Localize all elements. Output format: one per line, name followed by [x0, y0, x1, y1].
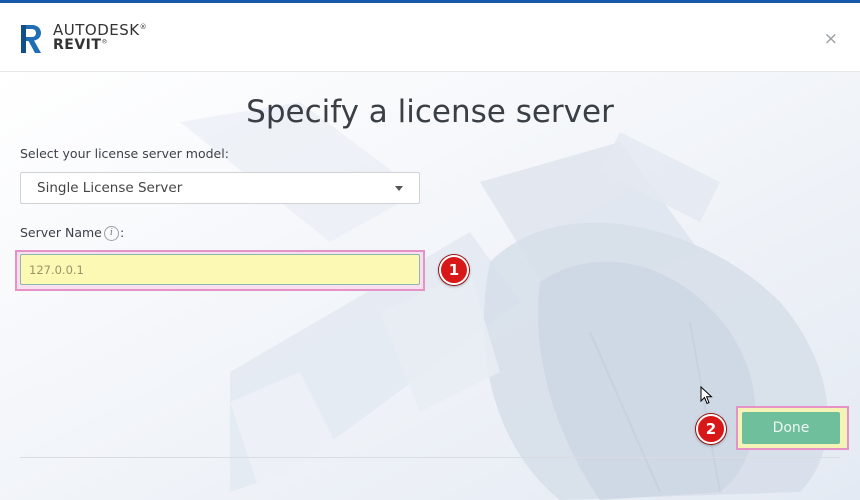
server-name-label-colon: :	[120, 225, 125, 240]
server-name-input[interactable]	[20, 254, 420, 285]
dialog-content: Specify a license server Select your lic…	[0, 72, 860, 500]
license-model-selected-value: Single License Server	[37, 180, 183, 196]
brand-product: REVIT®	[53, 37, 108, 53]
done-button[interactable]: Done	[742, 412, 840, 444]
revit-logo-icon	[21, 25, 41, 53]
license-model-select[interactable]: Single License Server	[20, 172, 420, 204]
step-marker-1: 1	[439, 255, 469, 285]
mouse-cursor-icon	[700, 386, 713, 405]
dialog-header: AUTODESK® REVIT® ×	[0, 3, 860, 72]
footer-divider	[20, 457, 840, 458]
step-marker-2: 2	[696, 414, 726, 444]
license-model-label: Select your license server model:	[20, 146, 229, 161]
chevron-down-icon	[395, 186, 403, 191]
info-icon[interactable]: i	[104, 226, 119, 241]
server-name-label: Server Name	[20, 225, 102, 240]
page-title: Specify a license server	[246, 94, 614, 130]
close-icon[interactable]: ×	[824, 31, 838, 48]
